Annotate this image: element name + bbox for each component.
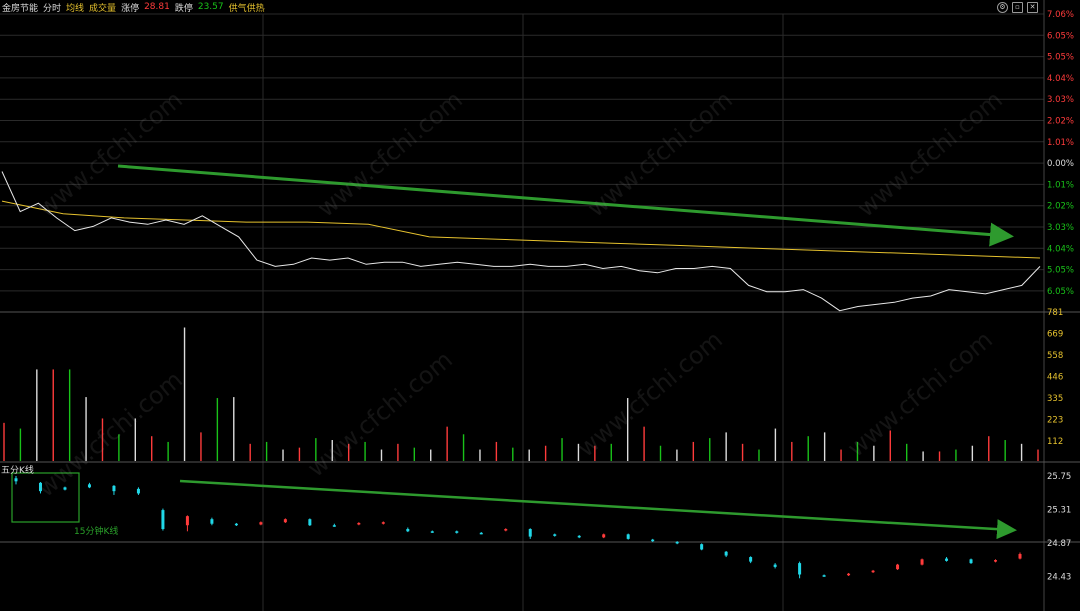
kline-axis-tick: 24.87 [1047, 539, 1071, 549]
volume-axis-tick: 781 [1047, 308, 1063, 318]
trend-arrows [117, 164, 1017, 540]
volume-axis-tick: 669 [1047, 330, 1063, 340]
price-axis-tick: 3.03% [1047, 95, 1074, 105]
price-axis-tick: 7.06% [1047, 10, 1074, 20]
candle-body [455, 531, 459, 533]
stock-chart: 7.06% 6.05% 5.05% 4.04% 3.03% 2.02% 1.01% 0.00%… [0, 0, 1080, 611]
candle-body [430, 531, 434, 533]
trend-arrow-kline [179, 479, 1017, 540]
price-axis-tick: 5.05% [1047, 266, 1074, 276]
candle-body [724, 551, 728, 556]
candle-body [332, 525, 336, 527]
candle-body [675, 541, 679, 544]
candle-body [38, 482, 42, 492]
price-axis-tick: 6.05% [1047, 31, 1074, 41]
candle-body [896, 564, 900, 570]
price-axis-tick: 1.01% [1047, 138, 1074, 148]
kline-axis-tick: 24.43 [1047, 573, 1071, 583]
candle-body [577, 535, 581, 538]
candle-body [479, 532, 483, 535]
candle-body [308, 519, 312, 526]
candle-body [87, 484, 91, 488]
volume-axis-tick: 112 [1047, 437, 1063, 447]
price-axis-tick: 4.04% [1047, 244, 1074, 254]
candle-body [161, 510, 165, 530]
candle-body [136, 488, 140, 494]
candle-body [994, 560, 998, 562]
price-panel [1, 171, 1041, 312]
candle-body [945, 558, 949, 561]
price-axis-tick: 1.01% [1047, 180, 1074, 190]
price-axis-tick: 3.03% [1047, 223, 1074, 233]
candle-body [381, 522, 385, 524]
candle-body [234, 523, 238, 526]
candle-body [871, 570, 875, 573]
price-axis-tick: 2.02% [1047, 202, 1074, 212]
candle-body [63, 487, 67, 490]
candle-body [210, 519, 214, 524]
price-axis-tick: 6.05% [1047, 287, 1074, 297]
candle-body [283, 519, 287, 523]
volume-axis-tick: 223 [1047, 416, 1063, 426]
kline-panel-title: 五分K线 [1, 466, 34, 476]
kline-axis-tick: 25.75 [1047, 472, 1071, 482]
trend-arrow-price [117, 164, 1014, 247]
kline-axis-tick: 25.31 [1047, 506, 1071, 516]
price-axis-tick: 5.05% [1047, 53, 1074, 63]
kline-panel [11, 472, 1022, 579]
candle-body [822, 575, 826, 577]
right-axis: 7.06% 6.05% 5.05% 4.04% 3.03% 2.02% 1.01% 0.00%… [1047, 10, 1074, 583]
candle-body [553, 534, 557, 536]
price-axis-tick: 0.00% [1047, 159, 1074, 169]
kline-annotation-box [11, 472, 80, 523]
volume-axis-tick: 558 [1047, 351, 1063, 361]
candle-body [14, 478, 18, 482]
candle-body [920, 559, 924, 565]
candle-body [773, 564, 777, 567]
volume-axis-tick: 446 [1047, 373, 1063, 383]
volume-axis-tick: 335 [1047, 394, 1063, 404]
candle-body [602, 534, 606, 538]
price-axis-tick: 4.04% [1047, 74, 1074, 84]
candle-body [357, 522, 361, 525]
volume-panel [3, 327, 1039, 461]
candle-body [700, 544, 704, 550]
candle-body [749, 557, 753, 562]
candle-body [259, 522, 263, 525]
price-line [1, 171, 1041, 312]
kline-annotation-label: 15分钟K线 [74, 527, 119, 537]
price-axis-tick: 2.02% [1047, 117, 1074, 127]
candle-body [1018, 554, 1022, 559]
average-price-line [1, 200, 1041, 259]
candle-body [504, 529, 508, 531]
candle-body [651, 539, 655, 542]
candle-body [528, 529, 532, 537]
candle-body [112, 485, 116, 492]
candle-body [969, 559, 973, 564]
candle-body [798, 563, 802, 575]
candle-body [406, 529, 410, 532]
candle-body [185, 516, 189, 526]
candle-body [626, 534, 630, 539]
candle-body [847, 573, 851, 576]
